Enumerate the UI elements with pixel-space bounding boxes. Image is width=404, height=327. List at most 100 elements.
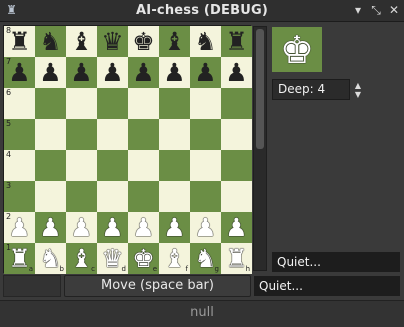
white-knight-icon[interactable]: ♞: [194, 245, 216, 272]
board-square-b8[interactable]: ♞: [35, 26, 66, 57]
board-square-g3[interactable]: [190, 181, 221, 212]
board-square-h2[interactable]: ♟: [221, 212, 252, 243]
board-square-g2[interactable]: ♟: [190, 212, 221, 243]
board-square-e3[interactable]: [128, 181, 159, 212]
board-square-g5[interactable]: [190, 119, 221, 150]
board-square-b7[interactable]: ♟: [35, 57, 66, 88]
board-square-h3[interactable]: [221, 181, 252, 212]
board-square-f3[interactable]: [159, 181, 190, 212]
board-square-d4[interactable]: [97, 150, 128, 181]
board-square-c4[interactable]: [66, 150, 97, 181]
white-rook-icon[interactable]: ♜: [225, 245, 247, 272]
board-square-c3[interactable]: [66, 181, 97, 212]
black-pawn-icon[interactable]: ♟: [132, 59, 154, 86]
black-pawn-icon[interactable]: ♟: [70, 59, 92, 86]
white-pawn-icon[interactable]: ♟: [8, 214, 30, 241]
board-square-b4[interactable]: [35, 150, 66, 181]
board-square-d2[interactable]: ♟: [97, 212, 128, 243]
board-square-c7[interactable]: ♟: [66, 57, 97, 88]
maximize-icon[interactable]: ⤡: [369, 3, 383, 17]
white-pawn-icon[interactable]: ♟: [163, 214, 185, 241]
board-square-a5[interactable]: 5: [4, 119, 35, 150]
board-square-d8[interactable]: ♛: [97, 26, 128, 57]
board-square-g7[interactable]: ♟: [190, 57, 221, 88]
white-bishop-icon[interactable]: ♝: [70, 245, 92, 272]
white-queen-icon[interactable]: ♛: [101, 245, 123, 272]
board-square-g8[interactable]: ♞: [190, 26, 221, 57]
black-queen-icon[interactable]: ♛: [101, 28, 123, 55]
board-square-h8[interactable]: ♜: [221, 26, 252, 57]
white-pawn-icon[interactable]: ♟: [70, 214, 92, 241]
board-square-h7[interactable]: ♟: [221, 57, 252, 88]
board-square-f4[interactable]: [159, 150, 190, 181]
board-square-f1[interactable]: f ♝: [159, 243, 190, 274]
board-square-e4[interactable]: [128, 150, 159, 181]
board-square-d3[interactable]: [97, 181, 128, 212]
black-king-icon[interactable]: ♚: [132, 28, 154, 55]
board-square-e7[interactable]: ♟: [128, 57, 159, 88]
board-square-d6[interactable]: [97, 88, 128, 119]
board-square-e5[interactable]: [128, 119, 159, 150]
board-square-g6[interactable]: [190, 88, 221, 119]
black-pawn-icon[interactable]: ♟: [39, 59, 61, 86]
black-knight-icon[interactable]: ♞: [39, 28, 61, 55]
board-square-g1[interactable]: g ♞: [190, 243, 221, 274]
board-square-c1[interactable]: c ♝: [66, 243, 97, 274]
scrollbar-thumb[interactable]: [256, 29, 264, 149]
board-square-g4[interactable]: [190, 150, 221, 181]
white-king-icon[interactable]: ♚: [132, 245, 154, 272]
white-pawn-icon[interactable]: ♟: [225, 214, 247, 241]
board-square-c5[interactable]: [66, 119, 97, 150]
board-square-f8[interactable]: ♝: [159, 26, 190, 57]
board-square-f5[interactable]: [159, 119, 190, 150]
move-button[interactable]: Move (space bar): [64, 275, 251, 297]
board-square-h6[interactable]: [221, 88, 252, 119]
quiet-field-top[interactable]: Quiet...: [272, 252, 400, 272]
black-bishop-icon[interactable]: ♝: [163, 28, 185, 55]
board-square-a1[interactable]: 1 a ♜: [4, 243, 35, 274]
white-pawn-icon[interactable]: ♟: [39, 214, 61, 241]
board-square-b3[interactable]: [35, 181, 66, 212]
board-square-e8[interactable]: ♚: [128, 26, 159, 57]
black-pawn-icon[interactable]: ♟: [101, 59, 123, 86]
board-square-a8[interactable]: 8 ♜: [4, 26, 35, 57]
board-square-e6[interactable]: [128, 88, 159, 119]
white-pawn-icon[interactable]: ♟: [132, 214, 154, 241]
white-bishop-icon[interactable]: ♝: [163, 245, 185, 272]
board-square-e1[interactable]: e ♚: [128, 243, 159, 274]
chess-board[interactable]: 8 ♜ ♞ ♝ ♛ ♚ ♝ ♞ ♜ 7 ♟ ♟ ♟ ♟ ♟ ♟ ♟ ♟ 6 5 4 3 2 ♟ ♟ ♟ ♟ ♟ ♟ ♟ ♟ 1 a ♜ b ♞ c ♝ d ♛…: [3, 25, 252, 274]
board-square-c8[interactable]: ♝: [66, 26, 97, 57]
board-square-h5[interactable]: [221, 119, 252, 150]
minimize-icon[interactable]: ▾: [351, 3, 365, 17]
board-square-d5[interactable]: [97, 119, 128, 150]
white-knight-icon[interactable]: ♞: [39, 245, 61, 272]
board-square-a6[interactable]: 6: [4, 88, 35, 119]
quiet-field-bottom[interactable]: Quiet...: [254, 276, 400, 296]
white-pawn-icon[interactable]: ♟: [194, 214, 216, 241]
board-square-f7[interactable]: ♟: [159, 57, 190, 88]
white-rook-icon[interactable]: ♜: [8, 245, 30, 272]
board-square-b5[interactable]: [35, 119, 66, 150]
close-icon[interactable]: ✕: [387, 3, 401, 17]
board-square-d7[interactable]: ♟: [97, 57, 128, 88]
board-square-a4[interactable]: 4: [4, 150, 35, 181]
black-pawn-icon[interactable]: ♟: [8, 59, 30, 86]
black-bishop-icon[interactable]: ♝: [70, 28, 92, 55]
board-square-b1[interactable]: b ♞: [35, 243, 66, 274]
board-square-a2[interactable]: 2 ♟: [4, 212, 35, 243]
board-square-h1[interactable]: h ♜: [221, 243, 252, 274]
board-square-b6[interactable]: [35, 88, 66, 119]
board-square-f6[interactable]: [159, 88, 190, 119]
board-square-f2[interactable]: ♟: [159, 212, 190, 243]
white-pawn-icon[interactable]: ♟: [101, 214, 123, 241]
depth-spinbox[interactable]: Deep: 4: [272, 79, 350, 100]
board-square-a3[interactable]: 3: [4, 181, 35, 212]
black-knight-icon[interactable]: ♞: [194, 28, 216, 55]
black-pawn-icon[interactable]: ♟: [225, 59, 247, 86]
spin-up-icon[interactable]: ▲: [353, 82, 363, 90]
board-square-b2[interactable]: ♟: [35, 212, 66, 243]
board-square-h4[interactable]: [221, 150, 252, 181]
board-square-a7[interactable]: 7 ♟: [4, 57, 35, 88]
spin-down-icon[interactable]: ▼: [353, 91, 363, 99]
board-square-e2[interactable]: ♟: [128, 212, 159, 243]
